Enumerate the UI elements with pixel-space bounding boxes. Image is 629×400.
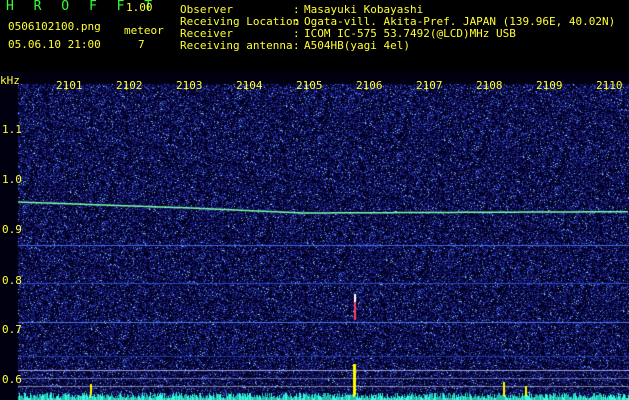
file-name: 0506102100.png — [8, 20, 101, 33]
x-tick-label: 2104 — [236, 79, 263, 92]
capture-datetime: 05.06.10 21:00 — [8, 38, 101, 51]
y-tick-label: 0.8 — [2, 274, 22, 287]
axis-unit-label: kHz — [0, 74, 20, 87]
x-tick-label: 2102 — [116, 79, 143, 92]
y-tick-label: 1.1 — [2, 123, 22, 136]
info-label-antenna: Receiving antenna — [180, 39, 293, 52]
meteor-count: 7 — [138, 38, 145, 51]
x-tick-label: 2107 — [416, 79, 443, 92]
y-tick-label: 1.0 — [2, 173, 22, 186]
meteor-label: meteor — [124, 24, 164, 37]
info-value-antenna: A504HB(yagi 4el) — [304, 39, 410, 52]
info-separator: : — [293, 39, 300, 52]
x-tick-label: 2105 — [296, 79, 323, 92]
app-version: 1.00 — [126, 1, 153, 14]
x-tick-label: 2108 — [476, 79, 503, 92]
y-tick-label: 0.6 — [2, 373, 22, 386]
y-tick-label: 0.7 — [2, 323, 22, 336]
x-tick-label: 2110 — [596, 79, 623, 92]
spectrogram-canvas — [0, 72, 629, 400]
y-tick-label: 0.9 — [2, 223, 22, 236]
x-tick-label: 2106 — [356, 79, 383, 92]
x-tick-label: 2101 — [56, 79, 83, 92]
x-tick-label: 2109 — [536, 79, 563, 92]
header-panel: H R O F F T 1.00 0506102100.png 05.06.10… — [0, 0, 629, 72]
x-tick-label: 2103 — [176, 79, 203, 92]
